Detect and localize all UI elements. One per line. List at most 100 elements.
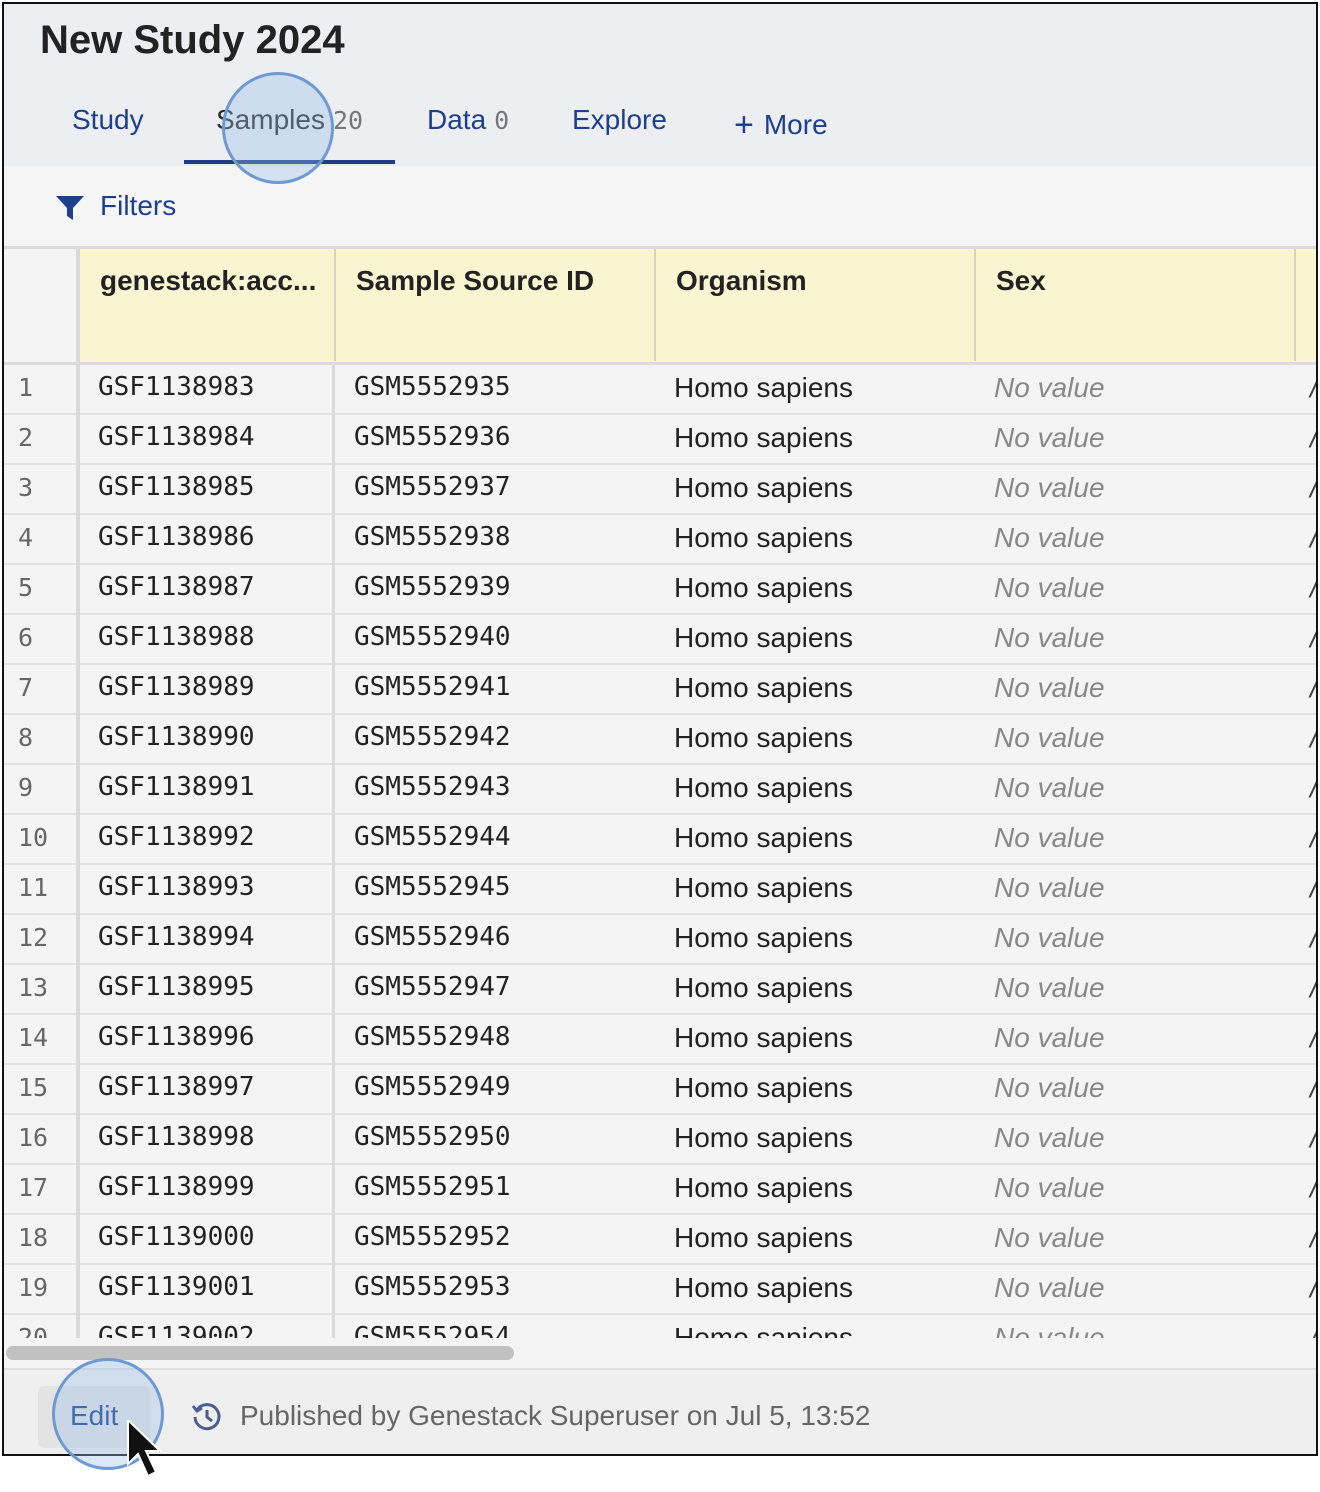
next-column-cell[interactable]: / xyxy=(1310,1122,1316,1154)
sex-cell[interactable]: No value xyxy=(994,1122,1105,1154)
tab-explore[interactable]: Explore xyxy=(572,104,667,164)
sample-source-id-cell[interactable]: GSM5552938 xyxy=(354,522,511,552)
sex-cell[interactable]: No value xyxy=(994,1172,1105,1204)
sample-source-id-cell[interactable]: GSM5552940 xyxy=(354,622,511,652)
sample-source-id-cell[interactable]: GSM5552941 xyxy=(354,672,511,702)
organism-cell[interactable]: Homo sapiens xyxy=(674,772,853,804)
organism-cell[interactable]: Homo sapiens xyxy=(674,1222,853,1254)
sample-source-id-cell[interactable]: GSM5552943 xyxy=(354,772,511,802)
accession-cell[interactable]: GSF1138988 xyxy=(98,622,255,652)
table-row[interactable]: 5 GSF1138987 GSM5552939 Homo sapiens No valu… xyxy=(4,565,1316,615)
accession-cell[interactable]: GSF1138992 xyxy=(98,822,255,852)
sample-source-id-cell[interactable]: GSM5552950 xyxy=(354,1122,511,1152)
accession-cell[interactable]: GSF1138986 xyxy=(98,522,255,552)
next-column-cell[interactable]: / xyxy=(1310,872,1316,904)
column-header-organism[interactable]: Organism xyxy=(656,249,976,361)
next-column-cell[interactable]: / xyxy=(1310,1072,1316,1104)
accession-cell[interactable]: GSF1138990 xyxy=(98,722,255,752)
sex-cell[interactable]: No value xyxy=(994,672,1105,704)
sex-cell[interactable]: No value xyxy=(994,822,1105,854)
filters-button[interactable]: Filters xyxy=(100,190,176,222)
accession-cell[interactable]: GSF1138989 xyxy=(98,672,255,702)
sample-source-id-cell[interactable]: GSM5552935 xyxy=(354,372,511,402)
column-header-sex[interactable]: Sex xyxy=(976,249,1296,361)
table-row[interactable]: 4 GSF1138986 GSM5552938 Homo sapiens No valu… xyxy=(4,515,1316,565)
tab-study[interactable]: Study xyxy=(72,104,144,164)
sample-source-id-cell[interactable]: GSM5552944 xyxy=(354,822,511,852)
horizontal-scrollbar[interactable] xyxy=(4,1338,1316,1368)
sex-cell[interactable]: No value xyxy=(994,1022,1105,1054)
sample-source-id-cell[interactable]: GSM5552937 xyxy=(354,472,511,502)
accession-cell[interactable]: GSF1138987 xyxy=(98,572,255,602)
next-column-cell[interactable]: / xyxy=(1310,422,1316,454)
organism-cell[interactable]: Homo sapiens xyxy=(674,672,853,704)
table-row[interactable]: 15 GSF1138997 GSM5552949 Homo sapiens No val… xyxy=(4,1065,1316,1115)
organism-cell[interactable]: Homo sapiens xyxy=(674,922,853,954)
accession-cell[interactable]: GSF1138998 xyxy=(98,1122,255,1152)
next-column-cell[interactable]: / xyxy=(1310,1272,1316,1304)
sample-source-id-cell[interactable]: GSM5552945 xyxy=(354,872,511,902)
next-column-cell[interactable]: / xyxy=(1310,722,1316,754)
organism-cell[interactable]: Homo sapiens xyxy=(674,722,853,754)
sex-cell[interactable]: No value xyxy=(994,472,1105,504)
next-column-cell[interactable]: / xyxy=(1310,822,1316,854)
next-column-cell[interactable]: / xyxy=(1310,1022,1316,1054)
table-row[interactable]: 14 GSF1138996 GSM5552948 Homo sapiens No val… xyxy=(4,1015,1316,1065)
column-header-next[interactable] xyxy=(1296,249,1316,361)
scrollbar-thumb[interactable] xyxy=(6,1346,514,1360)
sex-cell[interactable]: No value xyxy=(994,1072,1105,1104)
sample-source-id-cell[interactable]: GSM5552946 xyxy=(354,922,511,952)
sex-cell[interactable]: No value xyxy=(994,572,1105,604)
sample-source-id-cell[interactable]: GSM5552953 xyxy=(354,1272,511,1302)
sample-source-id-cell[interactable]: GSM5552951 xyxy=(354,1172,511,1202)
sex-cell[interactable]: No value xyxy=(994,772,1105,804)
next-column-cell[interactable]: / xyxy=(1310,372,1316,404)
sample-source-id-cell[interactable]: GSM5552942 xyxy=(354,722,511,752)
accession-cell[interactable]: GSF1138991 xyxy=(98,772,255,802)
table-row[interactable]: 11 GSF1138993 GSM5552945 Homo sapiens No val… xyxy=(4,865,1316,915)
table-row[interactable]: 3 GSF1138985 GSM5552937 Homo sapiens No valu… xyxy=(4,465,1316,515)
accession-cell[interactable]: GSF1138995 xyxy=(98,972,255,1002)
accession-cell[interactable]: GSF1138985 xyxy=(98,472,255,502)
table-row[interactable]: 9 GSF1138991 GSM5552943 Homo sapiens No valu… xyxy=(4,765,1316,815)
accession-cell[interactable]: GSF1138983 xyxy=(98,372,255,402)
accession-cell[interactable]: GSF1139000 xyxy=(98,1222,255,1252)
organism-cell[interactable]: Homo sapiens xyxy=(674,972,853,1004)
sex-cell[interactable]: No value xyxy=(994,922,1105,954)
organism-cell[interactable]: Homo sapiens xyxy=(674,1122,853,1154)
organism-cell[interactable]: Homo sapiens xyxy=(674,622,853,654)
organism-cell[interactable]: Homo sapiens xyxy=(674,1072,853,1104)
organism-cell[interactable]: Homo sapiens xyxy=(674,1172,853,1204)
organism-cell[interactable]: Homo sapiens xyxy=(674,872,853,904)
sample-source-id-cell[interactable]: GSM5552936 xyxy=(354,422,511,452)
next-column-cell[interactable]: / xyxy=(1310,472,1316,504)
organism-cell[interactable]: Homo sapiens xyxy=(674,572,853,604)
accession-cell[interactable]: GSF1138984 xyxy=(98,422,255,452)
accession-cell[interactable]: GSF1139001 xyxy=(98,1272,255,1302)
sex-cell[interactable]: No value xyxy=(994,422,1105,454)
tab-data[interactable]: Data 0 xyxy=(427,104,509,164)
next-column-cell[interactable]: / xyxy=(1310,672,1316,704)
column-header-sample-source-id[interactable]: Sample Source ID xyxy=(336,249,656,361)
organism-cell[interactable]: Homo sapiens xyxy=(674,422,853,454)
accession-cell[interactable]: GSF1138994 xyxy=(98,922,255,952)
organism-cell[interactable]: Homo sapiens xyxy=(674,372,853,404)
tab-more[interactable]: + More xyxy=(734,104,828,164)
accession-cell[interactable]: GSF1138996 xyxy=(98,1022,255,1052)
sample-source-id-cell[interactable]: GSM5552947 xyxy=(354,972,511,1002)
next-column-cell[interactable]: / xyxy=(1310,1222,1316,1254)
sex-cell[interactable]: No value xyxy=(994,722,1105,754)
sample-source-id-cell[interactable]: GSM5552952 xyxy=(354,1222,511,1252)
next-column-cell[interactable]: / xyxy=(1310,622,1316,654)
table-row[interactable]: 7 GSF1138989 GSM5552941 Homo sapiens No valu… xyxy=(4,665,1316,715)
sex-cell[interactable]: No value xyxy=(994,522,1105,554)
table-row[interactable]: 10 GSF1138992 GSM5552944 Homo sapiens No val… xyxy=(4,815,1316,865)
organism-cell[interactable]: Homo sapiens xyxy=(674,522,853,554)
accession-cell[interactable]: GSF1138999 xyxy=(98,1172,255,1202)
table-row[interactable]: 6 GSF1138988 GSM5552940 Homo sapiens No valu… xyxy=(4,615,1316,665)
next-column-cell[interactable]: / xyxy=(1310,922,1316,954)
organism-cell[interactable]: Homo sapiens xyxy=(674,1272,853,1304)
next-column-cell[interactable]: / xyxy=(1310,972,1316,1004)
next-column-cell[interactable]: / xyxy=(1310,772,1316,804)
sex-cell[interactable]: No value xyxy=(994,1272,1105,1304)
